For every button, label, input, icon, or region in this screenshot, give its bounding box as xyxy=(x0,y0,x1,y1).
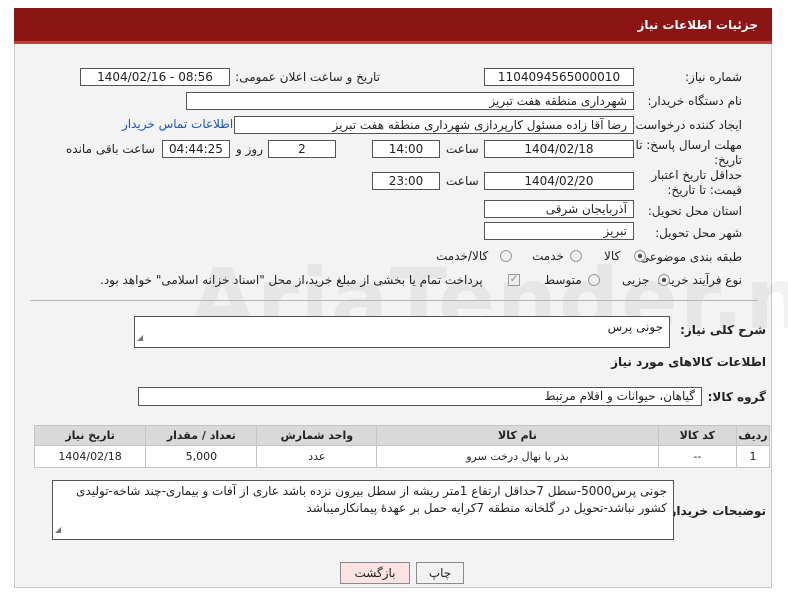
process-radio-minor[interactable] xyxy=(658,274,670,286)
resize-grip-icon: ◢ xyxy=(137,333,144,342)
buyer-notes-label: توضیحات خریدار: xyxy=(664,504,766,518)
col-unit: واحد شمارش xyxy=(256,425,378,446)
announce-label: تاریخ و ساعت اعلان عمومی: xyxy=(235,70,380,84)
validity-date-field: 1404/02/20 xyxy=(484,172,634,190)
deadline-date-field: 1404/02/18 xyxy=(484,140,634,158)
col-qty: تعداد / مقدار xyxy=(145,425,258,446)
col-name: نام کالا xyxy=(376,425,659,446)
creator-field: رضا آقا زاده مسئول کارپردازی شهرداری منط… xyxy=(234,116,634,134)
province-label: استان محل تحویل: xyxy=(647,204,742,218)
city-label: شهر محل تحویل: xyxy=(655,226,742,240)
summary-label: شرح کلی نیاز: xyxy=(680,323,766,337)
city-field: تبریز xyxy=(484,222,634,240)
cell-unit: عدد xyxy=(256,445,378,468)
cell-row: 1 xyxy=(736,445,770,468)
goods-table: ردیف کد کالا نام کالا واحد شمارش تعداد /… xyxy=(33,425,770,468)
need-number-field: 1104094565000010 xyxy=(484,68,634,86)
col-code: کد کالا xyxy=(657,425,738,446)
cell-code: -- xyxy=(657,445,738,468)
category-radio-service[interactable] xyxy=(570,250,582,262)
process-radio-medium[interactable] xyxy=(588,274,600,286)
category-option-goods: کالا xyxy=(604,249,621,263)
header-bar: جزئیات اطلاعات نیاز xyxy=(14,8,772,44)
print-button[interactable]: چاپ xyxy=(416,562,464,584)
need-number-label: شماره نیاز: xyxy=(685,70,742,84)
buyer-notes-textarea: جونی پرس5000-سطل 7حداقل ارتفاع 1متر ریشه… xyxy=(52,480,674,540)
deadline-hour-label: ساعت xyxy=(446,142,479,156)
col-row: ردیف xyxy=(736,425,770,446)
process-option-medium: متوسط xyxy=(544,273,582,287)
cell-qty: 5,000 xyxy=(145,445,258,468)
creator-label: ایجاد کننده درخواست: xyxy=(631,118,742,132)
summary-textarea: جونی پرس ◢ xyxy=(134,316,670,348)
divider xyxy=(30,300,758,301)
validity-label: حداقل تاریخ اعتبار قیمت: تا تاریخ: xyxy=(651,168,742,197)
payment-checkbox[interactable]: ✓ xyxy=(508,274,520,286)
goods-group-field: گیاهان، حیوانات و اقلام مرتبط xyxy=(138,387,702,406)
deadline-time-field: 14:00 xyxy=(372,140,440,158)
category-radio-goods[interactable] xyxy=(634,250,646,262)
category-option-both: کالا/خدمت xyxy=(436,249,489,263)
remaining-label: ساعت باقی مانده xyxy=(66,142,156,156)
province-field: آذربایجان شرقی xyxy=(484,200,634,218)
category-label: طبقه بندی موضوعی: xyxy=(635,250,742,264)
category-radio-both[interactable] xyxy=(500,250,512,262)
payment-note: پرداخت تمام یا بخشی از مبلغ خرید،از محل … xyxy=(100,273,483,287)
resize-grip-icon: ◢ xyxy=(55,525,62,534)
col-date: تاریخ نیاز xyxy=(33,425,147,446)
goods-section-title: اطلاعات کالاهای مورد نیاز xyxy=(611,355,766,369)
page-title: جزئیات اطلاعات نیاز xyxy=(637,18,758,32)
validity-hour-label: ساعت xyxy=(446,174,479,188)
cell-date: 1404/02/18 xyxy=(33,445,147,468)
buyer-org-field: شهرداری منطقه هفت تبریز xyxy=(186,92,634,110)
announce-field: 1404/02/16 - 08:56 xyxy=(80,68,230,86)
goods-group-label: گروه کالا: xyxy=(707,390,766,404)
cell-name: بذر یا نهال درخت سرو xyxy=(376,445,659,468)
deadline-label: مهلت ارسال پاسخ: تا تاریخ: xyxy=(635,138,742,167)
buyer-org-label: نام دستگاه خریدار: xyxy=(647,94,743,108)
remaining-time-field: 04:44:25 xyxy=(162,140,230,158)
category-option-service: خدمت xyxy=(532,249,564,263)
days-label: روز و xyxy=(236,142,263,156)
buyer-notes-text: جونی پرس5000-سطل 7حداقل ارتفاع 1متر ریشه… xyxy=(76,484,667,515)
validity-time-field: 23:00 xyxy=(372,172,440,190)
back-button[interactable]: بازگشت xyxy=(340,562,410,584)
table-row: 1 -- بذر یا نهال درخت سرو عدد 5,000 1404… xyxy=(33,445,770,468)
summary-text: جونی پرس xyxy=(607,320,663,334)
table-header-row: ردیف کد کالا نام کالا واحد شمارش تعداد /… xyxy=(33,425,770,446)
process-option-minor: جزیی xyxy=(622,273,650,287)
days-field: 2 xyxy=(268,140,336,158)
buyer-contact-link[interactable]: اطلاعات تماس خریدار xyxy=(122,117,233,131)
